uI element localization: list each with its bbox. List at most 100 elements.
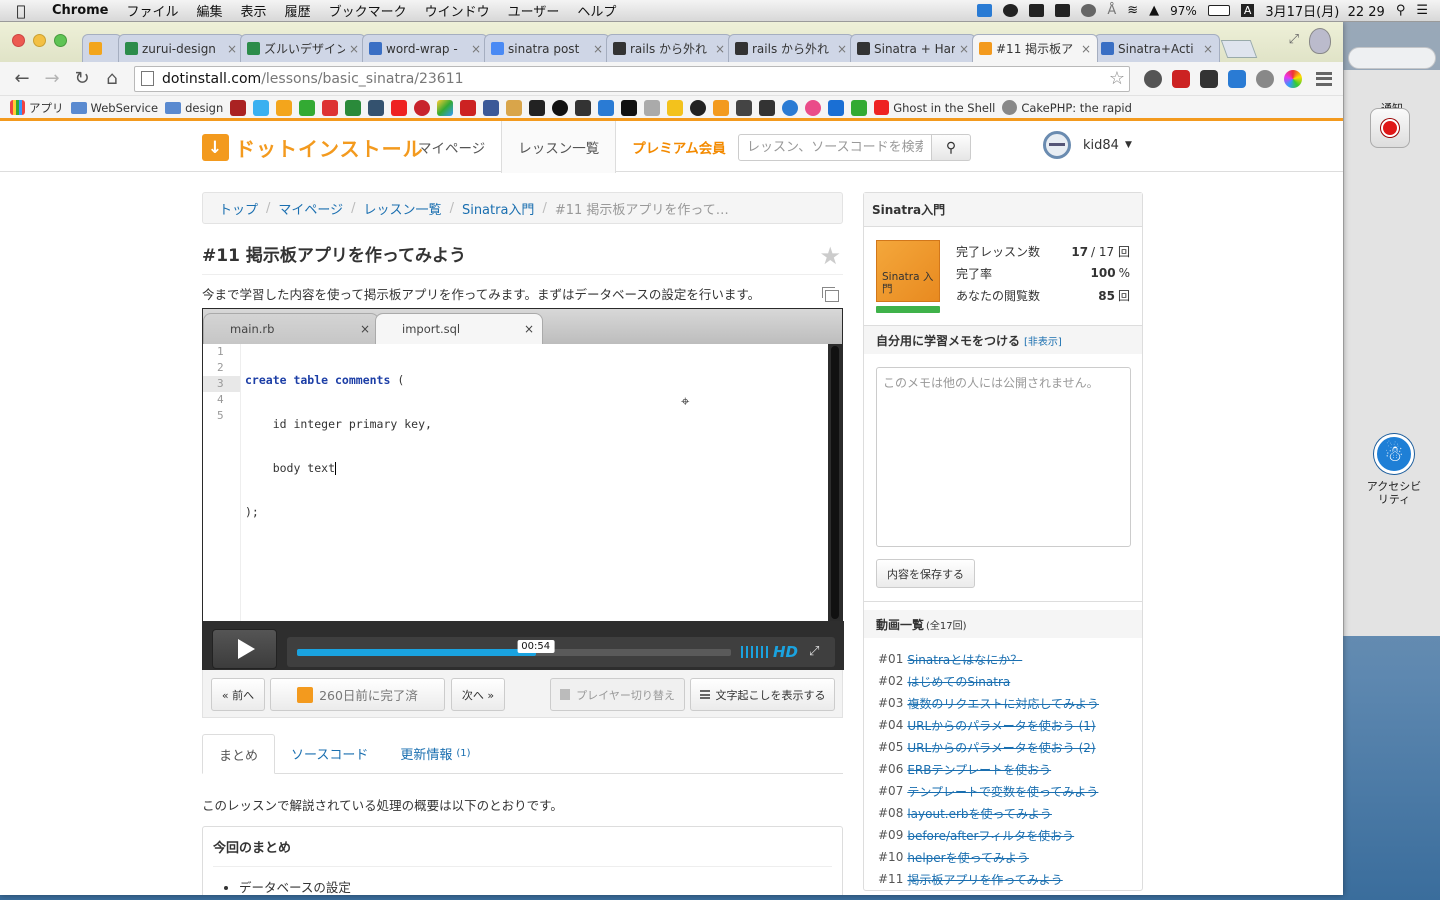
switch-player-button[interactable]: プレイヤー切り替え	[550, 678, 685, 711]
bookmark-icon-link[interactable]	[230, 99, 247, 116]
browser-tab[interactable]: sinatra post ×	[484, 34, 610, 62]
menu-app-name[interactable]: Chrome	[42, 3, 118, 18]
tab-close-icon[interactable]: ×	[959, 42, 969, 56]
browser-tab[interactable]: #11 掲示板ア ×	[972, 34, 1098, 62]
bookmark-icon-link[interactable]	[529, 99, 546, 116]
menu-help[interactable]: ヘルプ	[568, 1, 625, 20]
breadcrumb-course[interactable]: Sinatra入門	[462, 199, 534, 218]
menu-view[interactable]: 表示	[232, 1, 276, 20]
browser-tab[interactable]: Sinatra+Acti ×	[1094, 34, 1220, 62]
extension-icon[interactable]	[1200, 69, 1218, 88]
bookmark-icon-link[interactable]	[851, 99, 868, 116]
new-tab-button[interactable]	[1220, 40, 1258, 58]
bookmark-icon-link[interactable]	[414, 99, 431, 116]
close-window-button[interactable]	[12, 34, 25, 47]
video-link[interactable]: before/afterフィルタを使おう	[907, 827, 1074, 844]
bookmark-icon-link[interactable]	[299, 99, 316, 116]
bookmark-icon-link[interactable]	[253, 99, 270, 116]
bookmark-apps[interactable]: アプリ	[10, 100, 64, 116]
bookmark-folder-webservice[interactable]: WebService	[70, 101, 158, 115]
bookmark-icon-link[interactable]	[345, 99, 362, 116]
nav-mypage[interactable]: マイページ	[402, 121, 501, 173]
fullscreen-icon[interactable]: ⤢	[809, 644, 819, 659]
browser-tab[interactable]: rails から外れ ×	[606, 34, 732, 62]
bookmark-icon-link[interactable]	[644, 99, 661, 116]
prev-button[interactable]: « 前へ	[211, 678, 265, 711]
tab-close-icon[interactable]: ×	[1081, 42, 1091, 56]
home-icon[interactable]: ⌂	[98, 66, 126, 92]
bookmark-icon-link[interactable]	[713, 99, 730, 116]
hd-toggle[interactable]: HD	[773, 643, 798, 661]
desktop-search-field[interactable]	[1348, 47, 1436, 69]
reload-icon[interactable]: ↻	[68, 66, 96, 92]
tab-close-icon[interactable]: ×	[471, 42, 481, 56]
video-link[interactable]: テンプレートで変数を使ってみよう	[907, 783, 1098, 800]
accessibility-item[interactable]: ☃ アクセシビリティ	[1364, 434, 1424, 506]
course-thumbnail[interactable]: Sinatra 入門	[876, 240, 940, 313]
tab-close-icon[interactable]: ×	[715, 42, 725, 56]
browser-tab[interactable]: rails から外れ ×	[728, 34, 854, 62]
menu-user[interactable]: ユーザー	[499, 1, 569, 20]
nav-premium[interactable]: プレミアム会員	[616, 121, 742, 173]
bookmark-icon-link[interactable]	[391, 99, 408, 116]
video-link[interactable]: helperを使ってみよう	[907, 849, 1029, 866]
video-link[interactable]: 複数のリクエストに対応してみよう	[907, 695, 1099, 712]
address-bar[interactable]: dotinstall.com/lessons/basic_sinatra/236…	[134, 65, 1130, 92]
bookmark-icon-link[interactable]	[621, 99, 638, 116]
clock[interactable]: 3月17日(月) 22 29	[1265, 1, 1384, 20]
minimize-window-button[interactable]	[33, 34, 46, 47]
bookmark-icon-link[interactable]	[598, 99, 615, 116]
notification-center-icon[interactable]: ☰	[1416, 3, 1428, 18]
bookmark-icon-link[interactable]	[506, 99, 523, 116]
browser-tab[interactable]: zurui-design ×	[118, 34, 244, 62]
tab-summary[interactable]: まとめ	[202, 734, 276, 774]
completed-button[interactable]: 260日前に完了済	[270, 678, 445, 711]
bookmark-icon-link[interactable]	[828, 99, 845, 116]
tab-close-icon[interactable]: ×	[593, 42, 603, 56]
bookmark-ghost[interactable]: Ghost in the Shell	[874, 100, 995, 115]
user-menu[interactable]: kid84 ▼	[1043, 131, 1132, 159]
video-player[interactable]: main.rb × import.sql × 1 2 3 4 5 create ta…	[202, 308, 844, 670]
extension-icon[interactable]	[1172, 69, 1190, 88]
bluetooth-icon[interactable]: Å	[1107, 3, 1116, 18]
breadcrumb-top[interactable]: トップ	[219, 199, 258, 218]
menu-edit[interactable]: 編集	[188, 1, 232, 20]
wifi-icon[interactable]: ≋	[1127, 3, 1138, 18]
notification-item[interactable]: 通知	[1370, 100, 1414, 148]
extension-icon[interactable]	[1256, 69, 1274, 88]
bookmark-icon-link[interactable]	[368, 99, 385, 116]
tab-close-icon[interactable]: ×	[349, 42, 359, 56]
nav-lessons[interactable]: レッスン一覧	[501, 121, 617, 173]
tab-close-icon[interactable]: ×	[837, 42, 847, 56]
tab-updates[interactable]: 更新情報 (1)	[384, 734, 486, 773]
popout-icon[interactable]	[822, 287, 839, 302]
tab-pinned[interactable]	[82, 34, 122, 62]
video-link[interactable]: はじめてのSinatra	[907, 673, 1010, 690]
site-logo[interactable]: ↓ ドットインストール	[202, 133, 424, 162]
volume-icon[interactable]: ▲	[1149, 3, 1159, 18]
tab-close-icon[interactable]: ×	[1203, 42, 1213, 56]
forward-icon[interactable]: →	[38, 66, 66, 92]
extension-icon[interactable]	[1144, 69, 1162, 88]
browser-tab[interactable]: word-wrap - ×	[362, 34, 488, 62]
bookmark-icon-link[interactable]	[552, 99, 569, 116]
browser-tab[interactable]: ズルいデザイン ×	[240, 34, 366, 62]
menu-file[interactable]: ファイル	[118, 1, 188, 20]
menu-history[interactable]: 履歴	[276, 1, 320, 20]
back-icon[interactable]: ←	[8, 66, 36, 92]
battery-icon[interactable]	[1207, 5, 1230, 16]
tab-close-icon[interactable]: ×	[227, 42, 237, 56]
chrome-menu-icon[interactable]	[1316, 71, 1332, 86]
bookmark-icon-link[interactable]	[575, 99, 592, 116]
bookmark-icon-link[interactable]	[276, 99, 293, 116]
bookmark-icon-link[interactable]	[437, 99, 454, 116]
bookmark-icon-link[interactable]	[805, 99, 822, 116]
breadcrumb-mypage[interactable]: マイページ	[278, 199, 343, 218]
fullscreen-icon[interactable]: ⤢	[1289, 32, 1299, 47]
evernote-icon[interactable]	[1003, 4, 1019, 17]
bookmark-folder-design[interactable]: design	[165, 101, 223, 115]
video-link[interactable]: Sinatraとはなにか？	[907, 651, 1022, 668]
bookmark-icon-link[interactable]	[667, 99, 684, 116]
memo-textarea[interactable]	[876, 367, 1131, 547]
video-link[interactable]: URLからのパラメータを使おう (1)	[907, 717, 1095, 734]
